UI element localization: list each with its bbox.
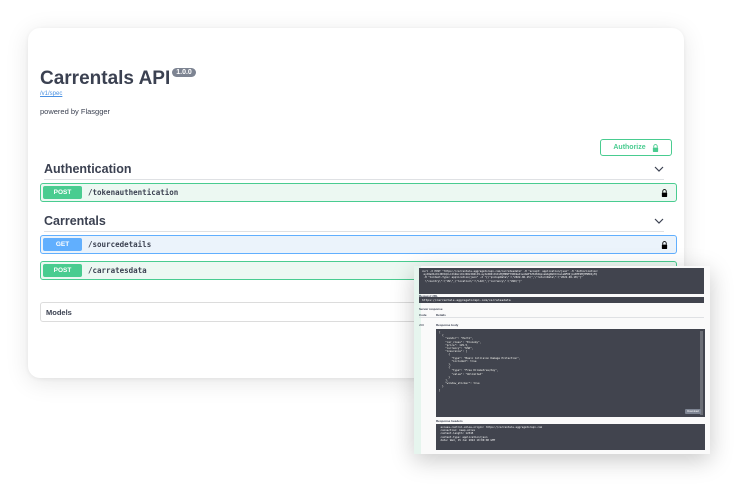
models-label: Models [46, 307, 72, 317]
operation-get-sourcedetails[interactable]: GET /sourcedetails [40, 235, 677, 254]
response-headers-label: Response headers [436, 419, 463, 423]
section-header-authentication[interactable]: Authentication [44, 158, 664, 180]
version-badge: 1.0.0 [172, 68, 196, 77]
table-divider [419, 317, 704, 318]
lock-icon[interactable] [661, 188, 668, 197]
section-title: Authentication [44, 161, 132, 176]
curl-command-block: curl -X POST "https://carrentals.aggrega… [419, 268, 704, 294]
operation-post-tokenauthentication[interactable]: POST /tokenauthentication [40, 183, 677, 202]
spec-link[interactable]: /v1/spec [40, 91, 62, 97]
response-headers-text: access-control-allow-origin: https://car… [440, 426, 543, 442]
response-body-text: [ { "vendor": "Hertz", "car_class": "Eco… [439, 331, 521, 392]
lock-icon[interactable] [661, 240, 668, 249]
page-title: Carrentals API [40, 68, 171, 89]
response-body-block[interactable]: [ { "vendor": "Hertz", "car_class": "Eco… [436, 329, 705, 417]
authorize-button[interactable]: Authorize [600, 139, 672, 156]
section-title: Carrentals [44, 213, 106, 228]
status-code: 200 [419, 323, 425, 327]
operation-path: /sourcedetails [88, 240, 152, 249]
request-url-text: https://carrentals.aggregatorapi.com/car… [422, 298, 511, 302]
lock-icon [652, 143, 658, 152]
method-badge: POST [43, 264, 82, 277]
powered-by-text: powered by Flasgger [40, 107, 111, 116]
curl-command-text: curl -X POST "https://carrentals.aggrega… [422, 270, 599, 283]
section-header-carrentals[interactable]: Carrentals [44, 210, 664, 232]
response-body-scrollbar[interactable] [700, 331, 703, 415]
response-body-label: Response body [436, 323, 459, 327]
download-button[interactable]: Download [685, 409, 701, 414]
server-response-label: Server response [419, 307, 443, 311]
chevron-down-icon [654, 218, 664, 224]
title-row: Carrentals API 1.0.0 [40, 68, 196, 90]
response-panel: curl -X POST "https://carrentals.aggrega… [414, 266, 710, 454]
response-headers-block: access-control-allow-origin: https://car… [436, 424, 705, 450]
authorize-label: Authorize [613, 144, 646, 151]
request-url-block: https://carrentals.aggregatorapi.com/car… [419, 297, 704, 303]
operation-path: /tokenauthentication [88, 188, 179, 197]
method-badge: POST [43, 186, 82, 199]
chevron-down-icon [654, 166, 664, 172]
method-badge: GET [43, 238, 82, 251]
